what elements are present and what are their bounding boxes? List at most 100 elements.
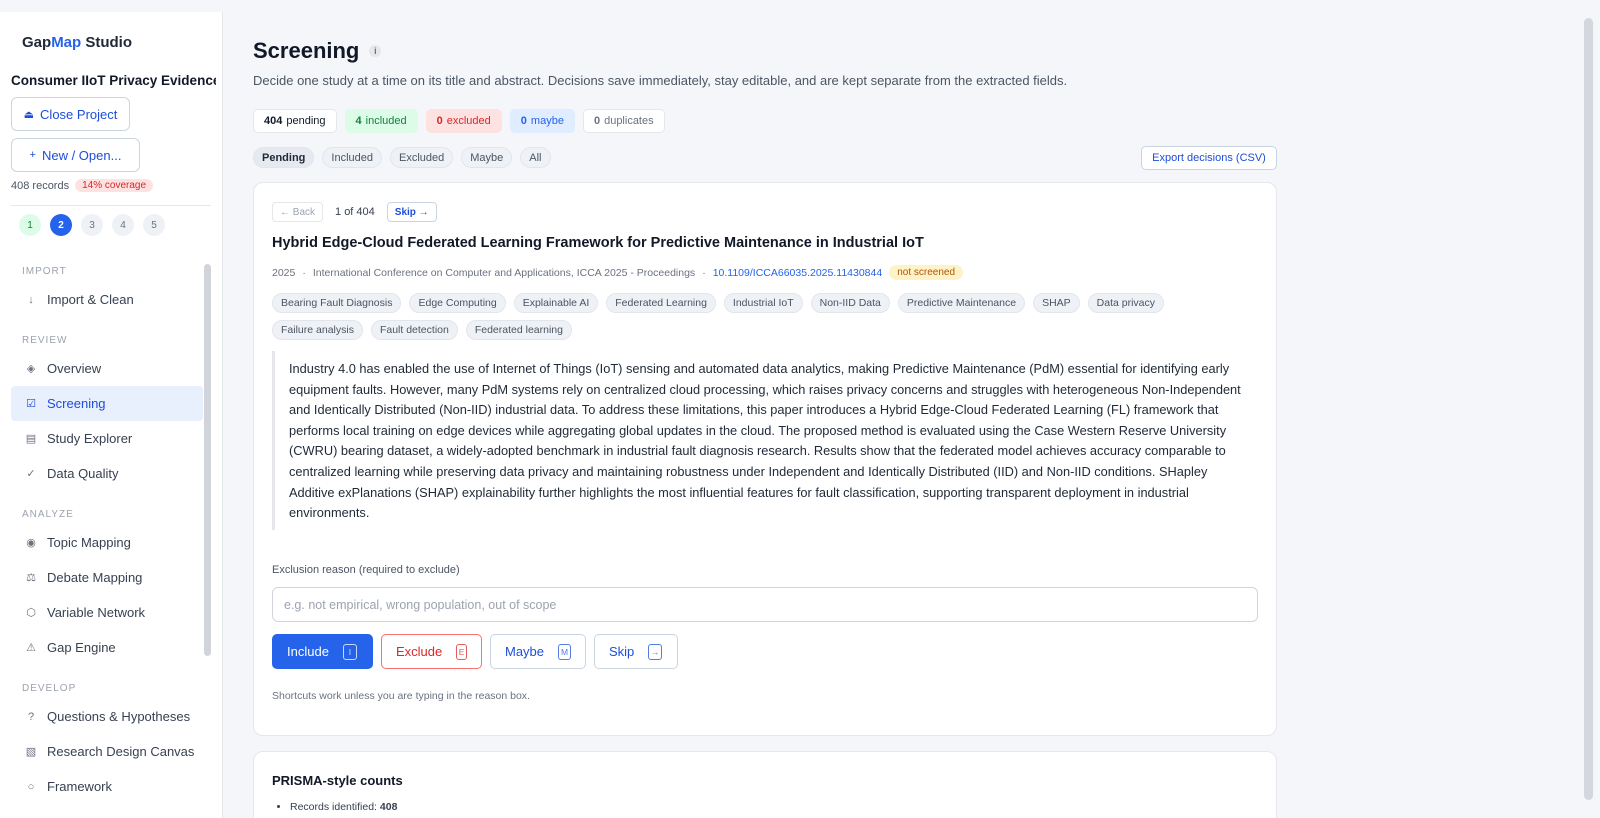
step-2[interactable]: 2 (50, 214, 72, 236)
count-excluded: 0 excluded (425, 109, 502, 133)
nav-section-import: IMPORT (22, 266, 67, 277)
new-open-button[interactable]: + New / Open... (11, 138, 140, 172)
sidebar-item-overview[interactable]: ◈ Overview (11, 351, 203, 386)
download-icon: ↓ (28, 293, 34, 306)
sidebar-item-variable-network[interactable]: ⬡ Variable Network (11, 595, 203, 630)
sidebar-nav: IMPORT ↓ Import & Clean REVIEW ◈ Overview … (11, 262, 203, 804)
back-button[interactable]: ← Back (272, 202, 324, 222)
count-maybe: 0 maybe (509, 109, 575, 133)
project-name: Consumer IIoT Privacy Evidence ... (11, 73, 216, 88)
divider (11, 205, 211, 206)
sidebar-item-screening[interactable]: ☑ Screening (11, 386, 203, 421)
status-badge: not screened (889, 265, 964, 280)
coverage-badge: 14% coverage (75, 179, 154, 192)
step-3[interactable]: 3 (81, 214, 103, 236)
study-abstract: Industry 4.0 has enabled the use of Inte… (272, 351, 1242, 530)
sidebar-item-research-design[interactable]: ▧ Research Design Canvas (11, 734, 203, 769)
status-counts: 404 pending 4 included 0 excluded 0 maybe 0d… (253, 109, 665, 133)
keyword-tag: SHAP (1033, 293, 1080, 313)
sidebar-item-data-quality[interactable]: ✓ Data Quality (11, 456, 203, 491)
sidebar-item-questions[interactable]: ? Questions & Hypotheses (11, 699, 203, 734)
study-venue: International Conference on Computer and… (312, 266, 696, 279)
prisma-list: Records identified: 408 (290, 801, 397, 813)
study-title: Hybrid Edge-Cloud Federated Learning Fra… (272, 235, 924, 251)
keyword-tag: Failure analysis (272, 320, 363, 340)
keyword-tag: Federated learning (465, 320, 572, 340)
circle-icon: ○ (27, 780, 35, 793)
keyword-tag: Bearing Fault Diagnosis (272, 293, 402, 313)
nav-section-analyze: ANALYZE (22, 509, 74, 520)
filter-excluded[interactable]: Excluded (389, 147, 454, 168)
filter-pending[interactable]: Pending (253, 147, 315, 168)
exclude-button[interactable]: Exclude E (381, 634, 482, 669)
app-brand: GapMap Studio (22, 34, 133, 51)
scales-icon: ⚖ (26, 572, 36, 584)
skip-nav-button[interactable]: Skip → (386, 202, 437, 222)
filter-included[interactable]: Included (322, 147, 382, 168)
list-item: Records identified: 408 (290, 801, 397, 813)
maybe-button[interactable]: Maybe M (490, 634, 586, 669)
export-decisions-button[interactable]: Export decisions (CSV) (1141, 146, 1277, 170)
step-5[interactable]: 5 (143, 214, 165, 236)
include-button[interactable]: Include I (272, 634, 373, 669)
nav-section-review: REVIEW (22, 335, 68, 346)
warning-icon: ⚠ (26, 642, 36, 654)
check-icon: ✓ (26, 468, 36, 480)
study-card: ← Back 1 of 404 Skip → Hybrid Edge-Cloud… (253, 182, 1277, 736)
shortcut-key-icon: I (342, 643, 357, 660)
sidebar-item-topic-mapping[interactable]: ◉ Topic Mapping (11, 525, 203, 560)
study-position: 1 of 404 (335, 206, 375, 218)
records-count: 408 records (11, 179, 70, 192)
records-summary: 408 records 14% coverage (11, 179, 154, 192)
filter-maybe[interactable]: Maybe (461, 147, 513, 168)
count-pending: 404 pending (253, 109, 337, 133)
sidebar-item-framework[interactable]: ○ Framework (11, 769, 203, 804)
grid-icon: ▧ (25, 746, 37, 758)
eject-icon: ⏏ (23, 108, 35, 121)
shortcut-key-icon: E (456, 643, 467, 660)
shortcut-hint: Shortcuts work unless you are typing in … (272, 690, 530, 702)
exclusion-reason-label: Exclusion reason (required to exclude) (272, 564, 460, 576)
keyword-tag: Federated Learning (606, 293, 716, 313)
close-project-button[interactable]: ⏏ Close Project (11, 97, 130, 131)
filter-all[interactable]: All (520, 147, 551, 168)
meta-separator: · (302, 266, 306, 279)
sidebar-item-debate-mapping[interactable]: ⚖ Debate Mapping (11, 560, 203, 595)
prisma-title: PRISMA-style counts (272, 773, 403, 788)
sidebar-item-import-clean[interactable]: ↓ Import & Clean (11, 282, 203, 317)
step-indicator: 1 2 3 4 5 (19, 214, 165, 236)
sidebar-scrollbar[interactable] (204, 264, 211, 656)
keyword-tag: Fault detection (370, 320, 458, 340)
hexagon-icon: ⬡ (26, 607, 36, 619)
skip-button[interactable]: Skip → (594, 634, 678, 669)
diamond-icon: ◈ (26, 363, 36, 375)
page-title: Screening (253, 38, 360, 63)
study-navigation: ← Back 1 of 404 Skip → (272, 202, 437, 222)
step-1[interactable]: 1 (19, 214, 41, 236)
sidebar-item-gap-engine[interactable]: ⚠ Gap Engine (11, 630, 203, 665)
sidebar-item-study-explorer[interactable]: ▤ Study Explorer (11, 421, 203, 456)
keyword-tag: Data privacy (1087, 293, 1165, 313)
keyword-tag: Predictive Maintenance (897, 293, 1026, 313)
keyword-tag: Non-IID Data (810, 293, 890, 313)
table-icon: ▤ (25, 433, 37, 445)
keyword-tag: Industrial IoT (723, 293, 803, 313)
keyword-tags: Bearing Fault Diagnosis Edge Computing E… (272, 293, 1262, 340)
step-4[interactable]: 4 (112, 214, 134, 236)
decision-actions: Include I Exclude E Maybe M Skip → (272, 634, 678, 669)
shortcut-key-icon: → (648, 643, 663, 660)
study-meta: 2025 · International Conference on Compu… (272, 265, 964, 280)
page-subtitle: Decide one study at a time on its title … (253, 73, 1068, 88)
sidebar: GapMap Studio Consumer IIoT Privacy Evid… (0, 12, 223, 818)
prisma-card: PRISMA-style counts Records identified: … (253, 751, 1277, 818)
count-included: 4 included (344, 109, 418, 133)
meta-separator: · (702, 266, 706, 279)
plus-icon: + (29, 149, 36, 161)
info-icon[interactable]: i (369, 45, 382, 57)
question-icon: ? (27, 710, 35, 723)
nav-section-develop: DEVELOP (22, 683, 77, 694)
count-duplicates: 0 duplicates (582, 109, 665, 133)
exclusion-reason-input[interactable] (272, 587, 1258, 622)
page-scrollbar[interactable] (1584, 18, 1593, 800)
study-doi-link[interactable]: 10.1109/ICCA66035.2025.11430844 (713, 267, 883, 279)
